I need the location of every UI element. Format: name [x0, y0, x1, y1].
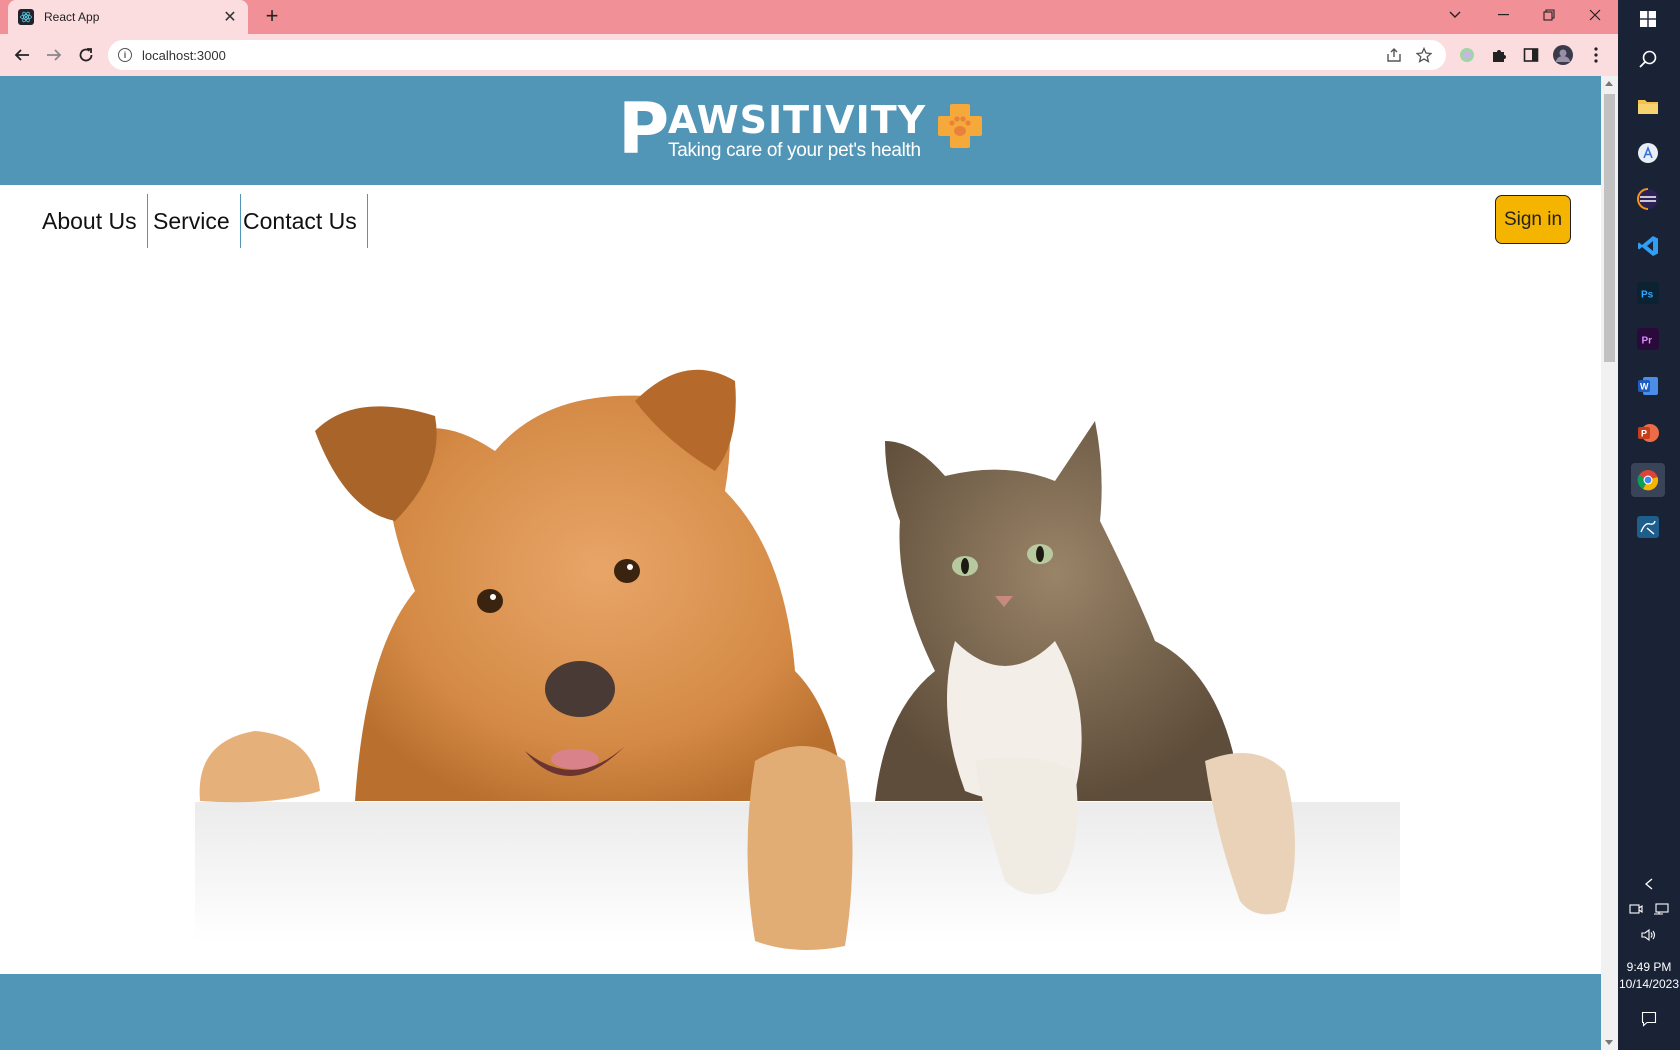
- eclipse-icon[interactable]: [1631, 182, 1665, 216]
- desktop: React App ✕ + i localhost:3000 P AWSITIV…: [0, 0, 1680, 1050]
- forward-icon[interactable]: [40, 41, 68, 69]
- pawsitivity-logo[interactable]: P AWSITIVITY Taking care of your pet's h…: [618, 88, 988, 170]
- bookmark-star-icon[interactable]: [1415, 46, 1433, 63]
- site-info-icon[interactable]: i: [118, 48, 132, 62]
- tab-title: React App: [44, 10, 100, 24]
- scrollbar-thumb[interactable]: [1604, 94, 1615, 362]
- url-text: localhost:3000: [142, 47, 226, 63]
- puzzle-extensions-icon[interactable]: [1488, 44, 1510, 66]
- react-icon: [18, 9, 34, 25]
- paw-cross-icon: [938, 104, 982, 148]
- side-panel-icon[interactable]: [1520, 44, 1542, 66]
- premiere-icon[interactable]: Pr: [1631, 322, 1665, 356]
- nav-service[interactable]: Service: [143, 194, 241, 248]
- file-explorer-icon[interactable]: [1631, 89, 1665, 123]
- notifications-icon[interactable]: [1618, 1011, 1680, 1030]
- reload-icon[interactable]: [72, 41, 100, 69]
- minimize-icon[interactable]: [1480, 0, 1526, 30]
- tray-icons: [1618, 903, 1680, 915]
- site-header: P AWSITIVITY Taking care of your pet's h…: [0, 76, 1601, 185]
- browser-tab[interactable]: React App ✕: [8, 0, 248, 34]
- browser-window: React App ✕ + i localhost:3000 P AWSITIV…: [0, 0, 1618, 1050]
- new-tab-icon[interactable]: +: [260, 5, 284, 29]
- site-footer: [0, 974, 1601, 1050]
- vscode-icon[interactable]: [1631, 229, 1665, 263]
- restore-icon[interactable]: [1526, 0, 1572, 30]
- windows-taskbar: Ps Pr W P 9:49 PM 10/14/2023: [1618, 0, 1680, 1050]
- app-store-icon[interactable]: [1631, 136, 1665, 170]
- svg-text:P: P: [1641, 429, 1647, 439]
- svg-text:Ps: Ps: [1641, 290, 1654, 301]
- logo-wordmark: AWSITIVITY: [668, 98, 927, 142]
- nav-contact-us[interactable]: Contact Us: [233, 194, 368, 248]
- show-hidden-icons-icon[interactable]: [1618, 878, 1680, 893]
- powerpoint-icon[interactable]: P: [1631, 416, 1665, 450]
- browser-toolbar: i localhost:3000: [0, 34, 1618, 76]
- network-icon[interactable]: [1653, 903, 1669, 915]
- clock-time[interactable]: 9:49 PM: [1618, 960, 1680, 974]
- volume-icon[interactable]: [1618, 928, 1680, 945]
- tab-search-icon[interactable]: [1432, 0, 1478, 30]
- logo-tagline: Taking care of your pet's health: [668, 140, 921, 161]
- profile-avatar-icon[interactable]: [1552, 44, 1574, 66]
- meet-icon[interactable]: [1629, 903, 1643, 915]
- close-tab-icon[interactable]: ✕: [222, 7, 238, 27]
- logo-initial: P: [618, 88, 670, 170]
- tab-strip: React App ✕ +: [0, 0, 1618, 34]
- svg-text:Pr: Pr: [1642, 336, 1653, 347]
- svg-text:W: W: [1640, 382, 1649, 392]
- nav-about-us[interactable]: About Us: [32, 194, 148, 248]
- chrome-icon[interactable]: [1631, 463, 1665, 497]
- browser-menu-icon[interactable]: [1585, 44, 1607, 66]
- scroll-up-icon[interactable]: [1605, 81, 1613, 86]
- close-window-icon[interactable]: [1572, 0, 1618, 30]
- page-scrollbar[interactable]: [1601, 76, 1618, 1050]
- photoshop-icon[interactable]: Ps: [1631, 276, 1665, 310]
- hero-image: [195, 369, 1400, 950]
- address-bar[interactable]: i localhost:3000: [108, 40, 1446, 70]
- clock-date[interactable]: 10/14/2023: [1618, 977, 1680, 991]
- extension-icon[interactable]: [1456, 44, 1478, 66]
- windows-icon[interactable]: [1631, 2, 1665, 36]
- sign-in-button[interactable]: Sign in: [1495, 195, 1571, 244]
- mysql-workbench-icon[interactable]: [1631, 510, 1665, 544]
- word-icon[interactable]: W: [1631, 369, 1665, 403]
- back-icon[interactable]: [8, 41, 36, 69]
- scroll-down-icon[interactable]: [1605, 1040, 1613, 1045]
- page-viewport: P AWSITIVITY Taking care of your pet's h…: [0, 76, 1601, 1050]
- share-icon[interactable]: [1386, 47, 1402, 63]
- search-icon[interactable]: [1631, 42, 1665, 76]
